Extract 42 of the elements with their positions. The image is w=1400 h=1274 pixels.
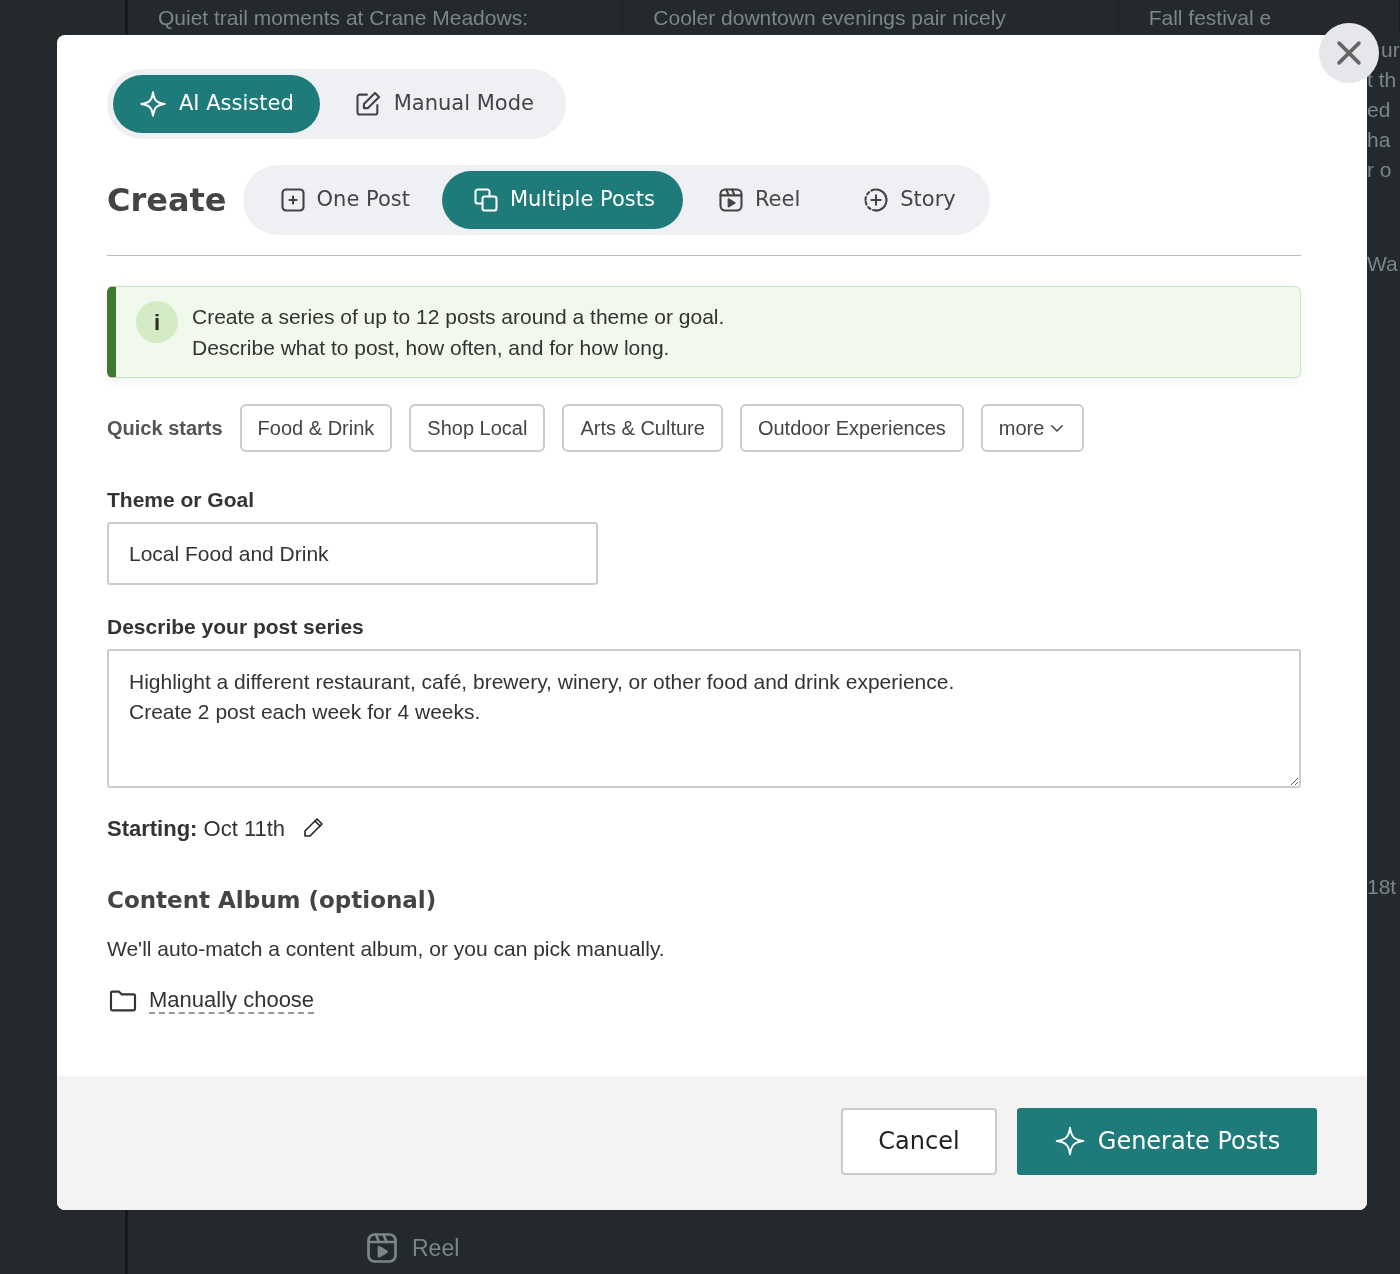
text-line: ha: [1367, 128, 1392, 151]
info-text: Create a series of up to 12 posts around a theme or goal.: [192, 304, 725, 330]
edit-icon: [353, 90, 382, 118]
sparkle-icon: [139, 90, 167, 118]
field-label: Describe your post series: [107, 614, 365, 640]
type-tab[interactable]: Story: [832, 171, 984, 229]
quick-start-chip[interactable]: Shop Local: [409, 404, 546, 452]
card-title: Quiet trail moments at Crane Meadows:: [128, 0, 624, 34]
more-button[interactable]: more: [980, 404, 1085, 452]
sparkle-icon: [1053, 1125, 1086, 1157]
album-description: We'll auto-match a content album, or you can pick manually.: [107, 936, 666, 962]
text-line: Wa: [1367, 252, 1399, 275]
quick-start-chip[interactable]: Food & Drink: [239, 404, 393, 452]
field-label: Theme or Goal: [107, 487, 256, 513]
play-clapper-icon: [364, 1230, 400, 1266]
text-line: r o: [1367, 158, 1393, 181]
text-line: ur: [1381, 38, 1400, 61]
plus-square-icon: [278, 186, 307, 214]
text-line: ed: [1367, 98, 1392, 121]
text-line: t th: [1367, 68, 1398, 91]
description-textarea[interactable]: Highlight a different restaurant, café, brewery, winery, or other food and drink experience. Create 2 post each week for 4 weeks.: [107, 648, 1301, 788]
quick-starts-label: Quick starts: [107, 416, 223, 441]
info-icon: i: [136, 301, 178, 343]
theme-input[interactable]: Local Food and Drink: [107, 521, 598, 585]
cancel-button[interactable]: Cancel: [841, 1107, 997, 1175]
heading: Create: [107, 180, 227, 220]
copy-icon: [471, 186, 500, 214]
generate-button[interactable]: Generate Posts: [1017, 1107, 1317, 1175]
type-tab[interactable]: One Post: [248, 171, 438, 229]
quick-start-chip[interactable]: Arts & Culture: [562, 404, 723, 452]
play-clapper-icon: [716, 186, 745, 214]
text-line: 18t: [1367, 875, 1398, 898]
mode-tab[interactable]: AI Assisted: [113, 75, 320, 133]
section-heading: Content Album (optional): [107, 885, 438, 915]
mode-tab[interactable]: Manual Mode: [323, 75, 560, 133]
type-tab[interactable]: Multiple Posts: [441, 171, 683, 229]
start-date-text: Starting: Oct 11th: [107, 814, 286, 843]
info-text: Describe what to post, how often, and for how long.: [192, 335, 671, 361]
manually-choose-link[interactable]: Manually choose: [149, 987, 315, 1014]
quick-start-chip[interactable]: Outdoor Experiences: [739, 404, 964, 452]
card-title: Cooler downtown evenings pair nicely: [623, 0, 1119, 34]
type-tab[interactable]: Reel: [686, 171, 829, 229]
